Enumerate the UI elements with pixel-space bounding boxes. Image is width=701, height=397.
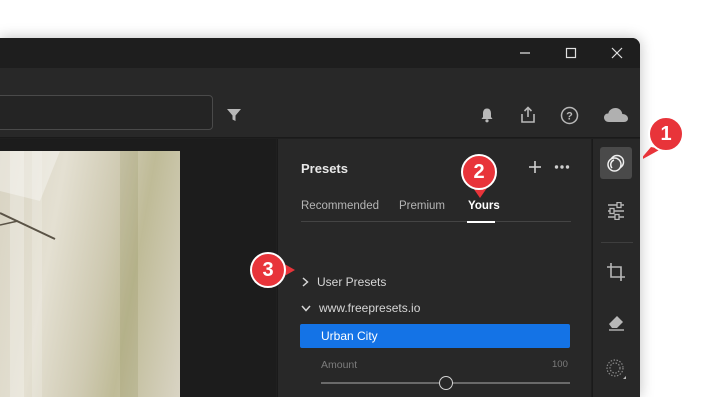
callout-number: 1 [660,122,672,145]
group-label: User Presets [317,275,387,289]
help-icon: ? [560,106,578,124]
close-button[interactable] [594,38,640,68]
amount-value: 100 [552,359,568,370]
callout-marker-3: 3 [250,252,295,288]
maximize-icon [565,47,577,59]
preset-item-selected[interactable]: Urban City [300,324,570,348]
preset-label: Urban City [321,329,378,343]
help-button[interactable]: ? [558,104,580,126]
callout-marker-2: 2 [461,154,497,198]
presets-panel: Presets Recommended Premium Yours User P… [277,139,591,397]
share-icon [521,106,535,123]
top-toolbar: ? [0,68,640,138]
add-preset-button[interactable] [528,159,542,177]
photo-preview [0,151,180,397]
preset-tabs: Recommended Premium Yours [301,200,571,223]
eraser-icon [609,316,624,331]
minimize-button[interactable] [502,38,548,68]
masking-icon [606,359,626,379]
more-icon [554,165,570,169]
more-options-button[interactable] [554,159,570,177]
minimize-icon [520,52,530,54]
callout-number: 3 [262,258,274,281]
screenshot-stage: ? Presets Recommended Premium Yours User… [0,0,701,397]
healing-tool-button[interactable] [600,305,632,337]
tool-rail [592,139,640,397]
plus-icon [529,161,541,173]
active-tab-indicator [467,221,495,223]
preset-group-user-presets[interactable]: User Presets [301,273,386,291]
bell-icon [481,108,493,123]
amount-label: Amount [321,359,358,371]
chevron-down-icon [301,305,311,312]
rail-divider [601,242,633,243]
panel-title: Presets [301,161,348,176]
masking-tool-button[interactable] [600,353,632,385]
edit-sliders-icon [608,202,624,220]
search-input[interactable] [0,95,213,130]
filter-button[interactable] [223,104,245,126]
maximize-button[interactable] [548,38,594,68]
app-window: ? Presets Recommended Premium Yours User… [0,38,640,397]
svg-text:?: ? [566,110,573,122]
share-button[interactable] [517,104,539,126]
photo-canvas [0,139,276,397]
presets-tool-button[interactable] [600,147,632,179]
cloud-status-button[interactable] [602,104,630,126]
presets-icon [607,154,625,172]
tab-premium[interactable]: Premium [399,200,445,212]
cloud-icon [604,108,628,122]
callout-number: 2 [473,160,485,183]
preset-group-freepresets[interactable]: www.freepresets.io [301,299,420,317]
tab-recommended[interactable]: Recommended [301,200,379,212]
close-icon [611,47,623,59]
amount-slider-thumb[interactable] [439,376,453,390]
edit-tool-button[interactable] [600,195,632,227]
crop-icon [607,263,625,281]
filter-icon [227,109,241,121]
notifications-button[interactable] [476,104,498,126]
crop-tool-button[interactable] [600,256,632,288]
callout-marker-1: 1 [643,116,683,159]
group-label: www.freepresets.io [319,301,421,315]
title-bar [0,38,640,68]
